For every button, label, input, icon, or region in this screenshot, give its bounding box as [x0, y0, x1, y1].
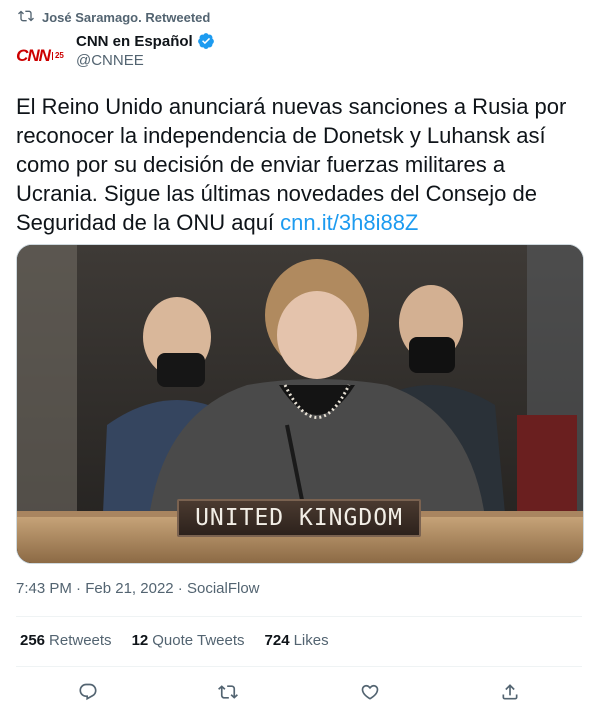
share-button[interactable] [498, 680, 522, 704]
retweets-label: Retweets [49, 632, 112, 649]
tweet-source[interactable]: SocialFlow [187, 580, 260, 597]
author-names: CNN en Español @CNNEE [76, 32, 215, 69]
retweet-header[interactable]: José Saramago. Retweeted [18, 8, 210, 27]
retweet-action-icon [218, 685, 238, 699]
retweets-stat[interactable]: 256 Retweets [20, 632, 112, 649]
tweet: José Saramago. Retweeted CNN 25 CNN en E… [0, 0, 598, 716]
retweet-icon [18, 8, 34, 27]
meta-separator: · [76, 580, 86, 597]
verified-badge-icon [197, 32, 215, 50]
handle[interactable]: @CNNEE [76, 52, 215, 69]
retweet-button[interactable] [216, 680, 240, 704]
tweet-time[interactable]: 7:43 PM [16, 580, 72, 597]
reply-button[interactable] [76, 680, 100, 704]
share-icon [502, 684, 518, 700]
heart-icon [361, 684, 379, 700]
likes-label: Likes [293, 632, 329, 649]
likes-count: 724 [264, 632, 290, 649]
retweeter-label: José Saramago. Retweeted [42, 10, 211, 25]
avatar[interactable]: CNN 25 [16, 32, 64, 80]
cnn-logo: CNN [16, 46, 51, 65]
likes-stat[interactable]: 724 Likes [265, 632, 329, 649]
tweet-link[interactable]: cnn.it/3h8i88Z [280, 210, 418, 235]
reply-icon [79, 683, 97, 701]
like-button[interactable] [358, 680, 382, 704]
nameplate: UNITED KINGDOM [177, 499, 421, 537]
tweet-text: El Reino Unido anunciará nuevas sancione… [16, 92, 586, 237]
display-name[interactable]: CNN en Español [76, 33, 193, 50]
tweet-meta: 7:43 PM · Feb 21, 2022 · SocialFlow [16, 580, 260, 597]
tweet-stats: 256 Retweets 12 Quote Tweets 724 Likes [20, 632, 329, 649]
anniversary-25-logo: 25 [51, 52, 64, 60]
display-name-row: CNN en Español [76, 32, 215, 50]
retweets-count: 256 [20, 632, 46, 649]
action-bar [0, 676, 598, 708]
divider [16, 616, 582, 617]
meta-separator: · [177, 580, 187, 597]
author-block: CNN 25 CNN en Español @CNNEE [16, 32, 215, 80]
tweet-photo[interactable]: UNITED KINGDOM [16, 244, 584, 564]
quotes-stat[interactable]: 12 Quote Tweets [132, 632, 245, 649]
tweet-date[interactable]: Feb 21, 2022 [85, 580, 173, 597]
quotes-label: Quote Tweets [152, 632, 245, 649]
quotes-count: 12 [131, 632, 149, 649]
divider [16, 666, 582, 667]
